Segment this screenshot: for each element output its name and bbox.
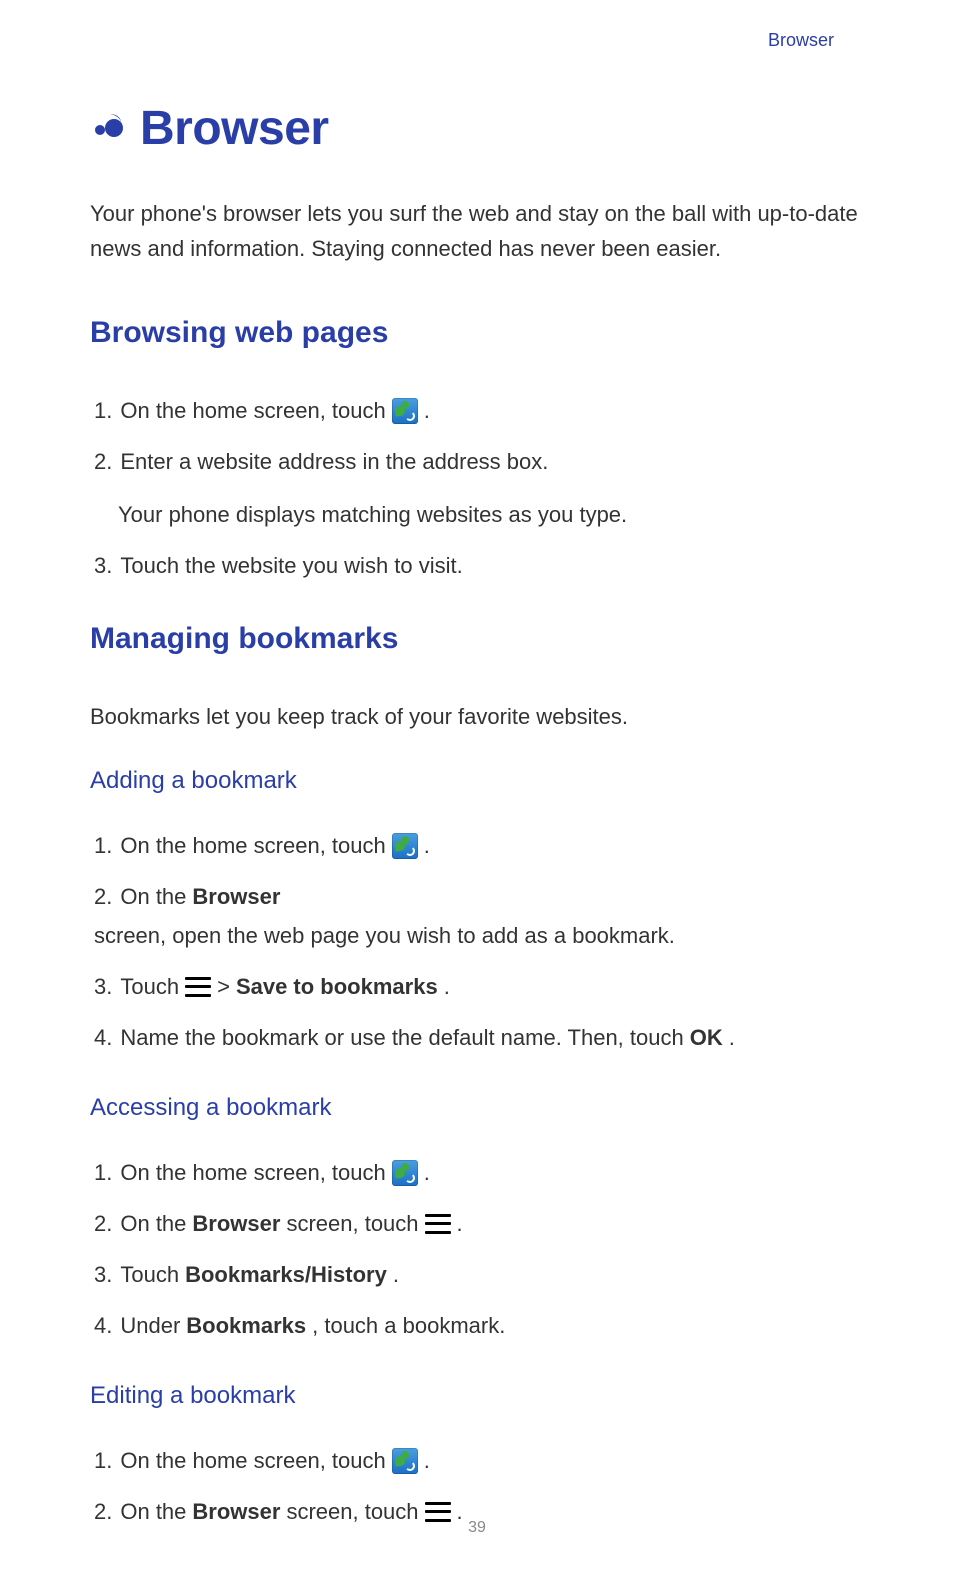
step-number: 1.	[94, 394, 112, 427]
step-text: On the	[120, 1207, 186, 1240]
step-text: .	[457, 1207, 463, 1240]
subsection-adding-title: Adding a bookmark	[90, 767, 864, 795]
bold-text: Save to bookmarks	[236, 970, 438, 1003]
step-text: On the home screen, touch	[120, 1444, 385, 1477]
bold-text: Browser	[192, 880, 280, 913]
step-number: 4.	[94, 1021, 112, 1054]
list-item: 3. Touch the website you wish to visit.	[94, 549, 864, 582]
step-number: 1.	[94, 1444, 112, 1477]
step-text: .	[393, 1258, 399, 1291]
list-item: 3. Touch > Save to bookmarks .	[94, 970, 864, 1003]
step-number: 1.	[94, 829, 112, 862]
browser-app-icon	[392, 1448, 418, 1474]
list-item: 1. On the home screen, touch .	[94, 829, 864, 862]
page-title: Browser	[140, 101, 329, 156]
adding-steps: 1. On the home screen, touch . 2. On the…	[90, 829, 864, 1054]
bold-text: OK	[690, 1021, 723, 1054]
bold-text: Bookmarks/History	[185, 1258, 387, 1291]
step-number: 2.	[94, 880, 112, 913]
step-text: On the	[120, 880, 186, 913]
list-item: 1. On the home screen, touch .	[94, 1444, 864, 1477]
browser-app-icon	[392, 1160, 418, 1186]
step-number: 4.	[94, 1309, 112, 1342]
menu-icon	[185, 977, 211, 997]
subsection-accessing-title: Accessing a bookmark	[90, 1094, 864, 1122]
step-text: .	[729, 1021, 735, 1054]
list-item: 4. Under Bookmarks , touch a bookmark.	[94, 1309, 864, 1342]
accessing-steps: 1. On the home screen, touch . 2. On the…	[90, 1156, 864, 1342]
step-number: 3.	[94, 970, 112, 1003]
step-text: Under	[120, 1309, 180, 1342]
header-section-label: Browser	[90, 30, 864, 51]
list-item: 2. On the Browser screen, touch .	[94, 1207, 864, 1240]
step-text: On the home screen, touch	[120, 829, 385, 862]
bold-text: Browser	[192, 1207, 280, 1240]
title-row: Browser	[90, 101, 864, 156]
menu-icon	[425, 1214, 451, 1234]
step-number: 1.	[94, 1156, 112, 1189]
page-number: 39	[0, 1519, 954, 1537]
step-number: 2.	[94, 1207, 112, 1240]
step-text: Touch	[120, 970, 179, 1003]
step-text: .	[424, 1444, 430, 1477]
browser-app-icon	[392, 833, 418, 859]
subsection-editing-title: Editing a bookmark	[90, 1382, 864, 1410]
list-item: 2. Enter a website address in the addres…	[94, 445, 864, 531]
browser-app-icon	[392, 398, 418, 424]
step-text: On the home screen, touch	[120, 1156, 385, 1189]
step-text: .	[444, 970, 450, 1003]
step-text: .	[424, 394, 430, 427]
list-item: 4. Name the bookmark or use the default …	[94, 1021, 864, 1054]
step-number: 3.	[94, 1258, 112, 1291]
step-number: 3.	[94, 549, 112, 582]
list-item: 1. On the home screen, touch .	[94, 394, 864, 427]
browsing-steps: 1. On the home screen, touch . 2. Enter …	[90, 394, 864, 582]
bold-text: Bookmarks	[186, 1309, 306, 1342]
step-text: Touch the website you wish to visit.	[120, 549, 462, 582]
list-item: 2. On the Browser screen, open the web p…	[94, 880, 864, 952]
step-text: screen, touch	[286, 1207, 418, 1240]
step-text: screen, open the web page you wish to ad…	[94, 919, 675, 952]
step-text: >	[217, 970, 230, 1003]
section-bullet-icon	[90, 108, 126, 149]
step-text: Touch	[120, 1258, 179, 1291]
section-managing-title: Managing bookmarks	[90, 622, 864, 656]
step-text: .	[424, 1156, 430, 1189]
managing-intro: Bookmarks let you keep track of your fav…	[90, 700, 864, 733]
step-text: .	[424, 829, 430, 862]
document-page: Browser Browser Your phone's browser let…	[0, 0, 954, 1577]
list-item: 1. On the home screen, touch .	[94, 1156, 864, 1189]
step-text: Enter a website address in the address b…	[120, 445, 548, 478]
step-number: 2.	[94, 445, 112, 478]
step-text: , touch a bookmark.	[312, 1309, 505, 1342]
editing-steps: 1. On the home screen, touch . 2. On the…	[90, 1444, 864, 1528]
step-subtext: Your phone displays matching websites as…	[94, 498, 864, 531]
section-browsing-title: Browsing web pages	[90, 316, 864, 350]
step-text: Name the bookmark or use the default nam…	[120, 1021, 683, 1054]
step-text: On the home screen, touch	[120, 394, 385, 427]
list-item: 3. Touch Bookmarks/History .	[94, 1258, 864, 1291]
intro-text: Your phone's browser lets you surf the w…	[90, 196, 864, 266]
